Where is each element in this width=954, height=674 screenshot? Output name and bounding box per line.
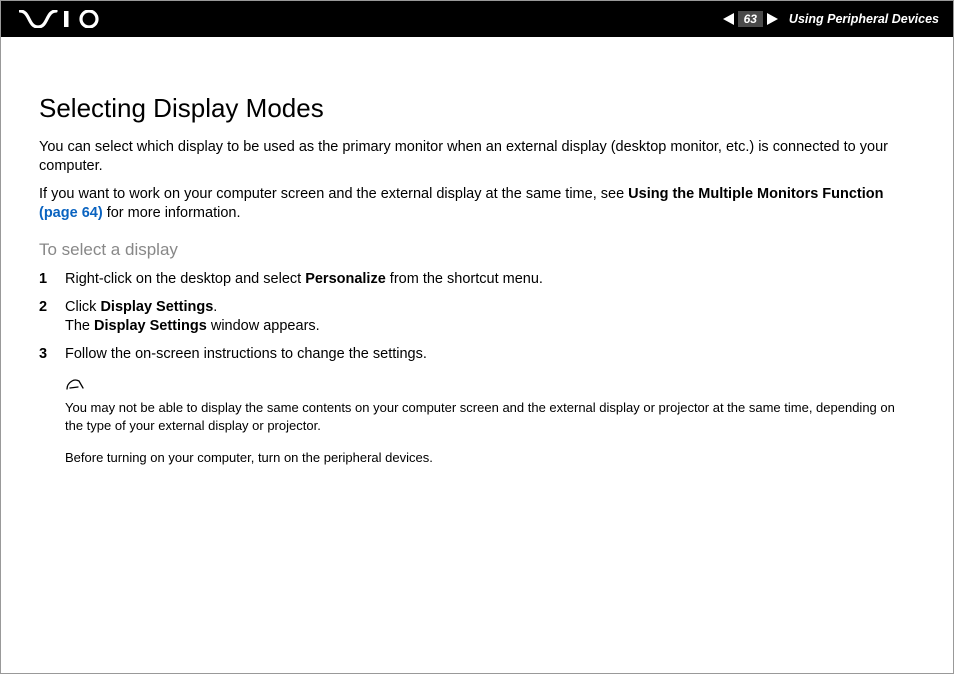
step1-post: from the shortcut menu. <box>386 271 543 287</box>
step2-l2-bold: Display Settings <box>94 318 207 334</box>
step-number: 1 <box>39 270 65 290</box>
step-3: 3 Follow the on-screen instructions to c… <box>39 345 915 365</box>
header-bar: 63 Using Peripheral Devices <box>1 1 953 37</box>
vaio-logo <box>19 10 105 28</box>
step-text: Follow the on-screen instructions to cha… <box>65 345 915 365</box>
section-title: Using Peripheral Devices <box>789 12 939 26</box>
step2-l2-post: window appears. <box>207 318 320 334</box>
step-1: 1 Right-click on the desktop and select … <box>39 270 915 290</box>
intro2-bold: Using the Multiple Monitors Function <box>628 186 883 202</box>
step-text: Click Display Settings. The Display Sett… <box>65 298 915 337</box>
page-number: 63 <box>738 11 763 27</box>
step1-pre: Right-click on the desktop and select <box>65 271 305 287</box>
intro2-text-a: If you want to work on your computer scr… <box>39 186 628 202</box>
header-right: 63 Using Peripheral Devices <box>722 11 939 27</box>
step-2: 2 Click Display Settings. The Display Se… <box>39 298 915 337</box>
page-link-64[interactable]: (page 64) <box>39 205 103 221</box>
intro2-text-b: for more information. <box>103 205 241 221</box>
page-title: Selecting Display Modes <box>39 93 915 124</box>
step-number: 2 <box>39 298 65 318</box>
intro-paragraph-2: If you want to work on your computer scr… <box>39 185 915 222</box>
note-block: You may not be able to display the same … <box>39 378 915 466</box>
step-text: Right-click on the desktop and select Pe… <box>65 270 915 290</box>
content-area: Selecting Display Modes You can select w… <box>1 37 953 466</box>
intro-paragraph-1: You can select which display to be used … <box>39 138 915 175</box>
page: 63 Using Peripheral Devices Selecting Di… <box>0 0 954 674</box>
step2-l1-post: . <box>213 299 217 315</box>
step1-bold: Personalize <box>305 271 386 287</box>
page-nav: 63 <box>722 11 779 27</box>
step2-l1-bold: Display Settings <box>100 299 213 315</box>
note-text-2: Before turning on your computer, turn on… <box>65 449 915 467</box>
prev-page-button[interactable] <box>722 12 736 26</box>
note-text-1: You may not be able to display the same … <box>65 399 915 434</box>
step2-l1-pre: Click <box>65 299 100 315</box>
subheading: To select a display <box>39 240 915 260</box>
next-page-button[interactable] <box>765 12 779 26</box>
steps-list: 1 Right-click on the desktop and select … <box>39 270 915 364</box>
step2-l2-pre: The <box>65 318 94 334</box>
note-icon <box>65 378 915 397</box>
step-number: 3 <box>39 345 65 365</box>
